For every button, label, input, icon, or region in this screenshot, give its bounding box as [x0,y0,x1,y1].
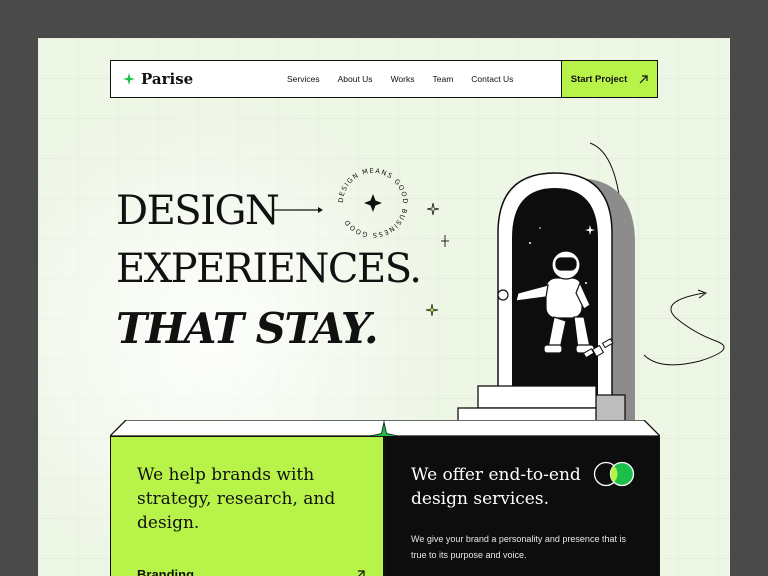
start-project-label: Start Project [570,73,628,85]
nav-item-team[interactable]: Team [433,74,454,84]
arrow-up-right-icon [639,74,648,83]
logo-text: Parise [141,70,194,88]
page-canvas: Parise Services About Us Works Team Cont… [38,38,730,576]
arrow-up-right-icon[interactable] [355,570,365,576]
services-card-text: We give your brand a personality and pre… [411,534,626,560]
strategy-card-text: We help brands with strategy, research, … [137,465,336,533]
nav-item-about-us[interactable]: About Us [338,74,373,84]
hero-line-1: DESIGN [116,188,280,234]
nav-item-contact-us[interactable]: Contact Us [471,74,513,84]
nav-menu: Services About Us Works Team Contact Us [287,74,513,84]
nav-item-services[interactable]: Services [287,74,320,84]
hero-line-2: EXPERIENCES. [116,246,422,292]
logo-star-icon [123,73,135,85]
astronaut-door-illustration [437,142,725,433]
nav-item-works[interactable]: Works [391,74,415,84]
strategy-card: We help brands with strategy, research, … [110,436,384,576]
top-navbar: Parise Services About Us Works Team Cont… [110,60,658,98]
hero-arrow-icon [273,207,323,213]
branding-link[interactable]: Branding [137,567,194,576]
hero-line-3: THAT STAY. [116,304,379,353]
start-project-button[interactable]: Start Project [561,61,657,97]
logo[interactable]: Parise [123,70,273,88]
overlapping-circles-icon [593,461,635,487]
services-card: We offer end-to-end design services. We … [384,436,660,576]
